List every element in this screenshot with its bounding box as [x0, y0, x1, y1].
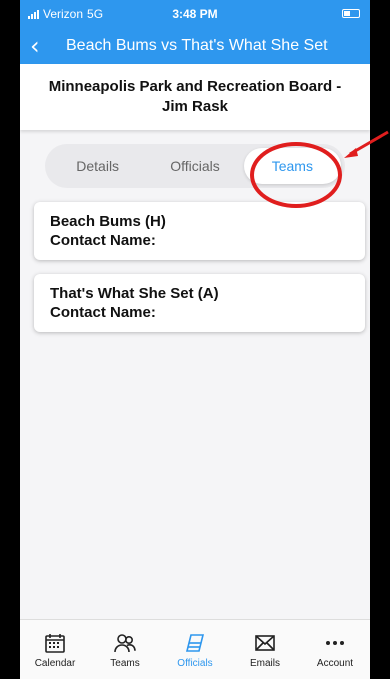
- tab-bar-calendar[interactable]: Calendar: [20, 620, 90, 679]
- location-card: Minneapolis Park and Recreation Board - …: [20, 64, 370, 130]
- location-line2: Jim Rask: [162, 98, 228, 115]
- team-card-home[interactable]: Beach Bums (H) Contact Name:: [34, 202, 365, 260]
- tab-bar-label: Officials: [177, 657, 213, 669]
- tab-bar-teams[interactable]: Teams: [90, 620, 160, 679]
- team-contact: Contact Name:: [50, 303, 349, 322]
- bottom-tab-bar: Calendar Teams Officials Emails Account: [20, 619, 370, 679]
- tab-bar-label: Calendar: [34, 657, 76, 669]
- team-card-away[interactable]: That's What She Set (A) Contact Name:: [34, 274, 365, 332]
- signal-icon: [28, 9, 39, 19]
- annotation-circle: [250, 142, 342, 208]
- tab-bar-label: Emails: [249, 657, 280, 669]
- back-chevron-icon[interactable]: ‹: [30, 34, 52, 58]
- calendar-icon: [45, 633, 65, 653]
- tab-bar-emails[interactable]: Emails: [230, 620, 300, 679]
- team-name: That's What She Set (A): [50, 285, 219, 302]
- tab-officials[interactable]: Officials: [146, 148, 243, 184]
- status-bar: Verizon 5G 3:48 PM: [20, 0, 370, 28]
- tab-bar-label: Account: [316, 657, 354, 669]
- contact-label: Contact Name:: [50, 304, 156, 321]
- annotation-arrow-icon: [344, 130, 389, 158]
- contact-label: Contact Name:: [50, 232, 156, 249]
- tab-bar-account[interactable]: Account: [300, 620, 370, 679]
- people-icon: [114, 633, 136, 652]
- team-contact: Contact Name:: [50, 231, 349, 250]
- more-icon: [326, 640, 344, 645]
- tab-details[interactable]: Details: [49, 148, 146, 184]
- eraser-icon: [185, 633, 205, 652]
- status-left: Verizon 5G: [28, 7, 103, 21]
- app-screen: Verizon 5G 3:48 PM ‹ Beach Bums vs That'…: [20, 0, 370, 679]
- tab-bar-label: Teams: [110, 657, 140, 669]
- team-name: Beach Bums (H): [50, 213, 166, 230]
- page-title: Beach Bums vs That's What She Set: [66, 37, 328, 54]
- network-label: 5G: [87, 7, 104, 21]
- battery-icon: [342, 9, 360, 18]
- carrier-label: Verizon: [43, 7, 84, 21]
- tab-bar-officials[interactable]: Officials: [160, 620, 230, 679]
- location-title: Minneapolis Park and Recreation Board - …: [49, 77, 342, 117]
- location-line1: Minneapolis Park and Recreation Board -: [48, 78, 342, 95]
- envelope-icon: [255, 634, 275, 651]
- nav-header: ‹ Beach Bums vs That's What She Set: [20, 28, 370, 64]
